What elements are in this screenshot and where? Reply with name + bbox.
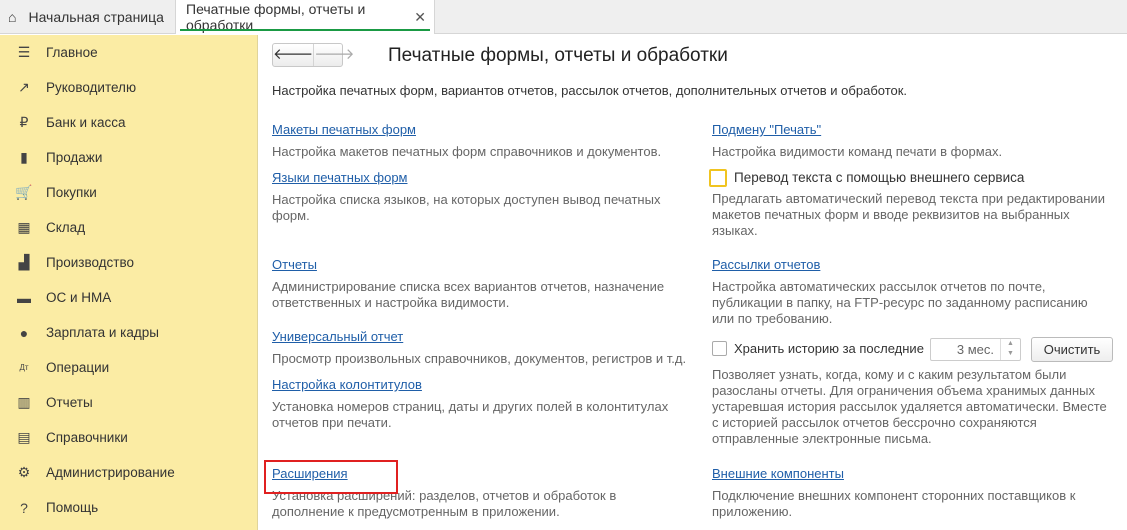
sidebar-item[interactable]: ▤ Справочники <box>0 420 258 455</box>
sidebar-item[interactable]: ▟ Производство <box>0 245 258 280</box>
sidebar-item-label: Банк и касса <box>46 115 126 130</box>
print-substitute-link[interactable]: Подмену "Печать" <box>712 122 821 137</box>
page-intro: Настройка печатных форм, вариантов отчет… <box>272 83 908 98</box>
bar-chart-icon: ▥ <box>17 394 31 410</box>
translate-checkbox[interactable] <box>709 169 727 187</box>
sidebar-item-label: Руководителю <box>46 80 137 95</box>
external-components-desc: Подключение внешних компонент сторонних … <box>712 488 1076 519</box>
ruble-icon: ₽ <box>19 114 29 130</box>
close-icon[interactable]: ✕ <box>414 9 426 26</box>
sidebar-item-label: Производство <box>46 255 135 270</box>
sidebar-item-label: Продажи <box>46 150 103 165</box>
sidebar-item-label: Покупки <box>46 185 97 200</box>
sidebar-item-label: Справочники <box>46 430 128 445</box>
sidebar-item-label: Помощь <box>46 500 99 515</box>
report-mailing-desc: Настройка автоматических рассылок отчето… <box>712 279 1088 326</box>
sidebar-item-label: Администрирование <box>46 465 175 480</box>
books-icon: ▤ <box>17 429 31 445</box>
trend-icon: ↗ <box>18 79 30 95</box>
debit-credit-icon: Дт <box>19 363 29 372</box>
cart-icon: 🛒 <box>15 184 33 200</box>
sidebar-item[interactable]: ₽ Банк и касса <box>0 105 258 140</box>
sidebar-item-label: Зарплата и кадры <box>46 325 159 340</box>
page-title: Печатные формы, отчеты и обработки <box>388 45 728 66</box>
translate-desc: Предлагать автоматический перевод текста… <box>712 191 1105 238</box>
sidebar-item-label: Операции <box>46 360 110 375</box>
store-history-checkbox[interactable] <box>712 341 727 356</box>
back-button[interactable]: 🡐 <box>273 44 313 66</box>
section-desc: Администрирование списка всех вариантов … <box>272 279 665 310</box>
translate-label: Перевод текста с помощью внешнего сервис… <box>734 170 1025 185</box>
sidebar-item-label: Главное <box>46 45 98 60</box>
help-icon: ? <box>20 499 28 516</box>
sidebar-item-label: Отчеты <box>46 395 93 410</box>
sidebar-item[interactable]: ● Зарплата и кадры <box>0 315 258 350</box>
spin-arrows[interactable]: ▲ ▼ <box>1000 339 1020 360</box>
menu-icon: ☰ <box>17 44 31 60</box>
sidebar-item[interactable]: ▦ Склад <box>0 210 258 245</box>
section-link[interactable]: Универсальный отчет <box>272 329 403 344</box>
highlight-box <box>264 460 398 494</box>
clear-button[interactable]: Очистить <box>1031 337 1113 362</box>
sidebar-item[interactable]: ▮ Продажи <box>0 140 258 175</box>
person-icon: ● <box>19 324 29 341</box>
sidebar-item[interactable]: ▥ Отчеты <box>0 385 258 420</box>
warehouse-icon: ▦ <box>17 219 31 235</box>
sidebar-item[interactable]: Дт Операции <box>0 350 258 385</box>
sidebar-item[interactable]: ? Помощь <box>0 490 258 525</box>
sidebar-item[interactable]: ⚙ Администрирование <box>0 455 258 490</box>
print-substitute-desc: Настройка видимости команд печати в форм… <box>712 144 1003 159</box>
store-history-label: Хранить историю за последние <box>734 341 924 356</box>
sidebar-item[interactable]: ☰ Главное <box>0 35 258 70</box>
history-nav: 🡐 🡒 <box>272 43 354 67</box>
section-link[interactable]: Настройка колонтитулов <box>272 377 422 392</box>
sidebar-item-label: ОС и НМА <box>46 290 112 305</box>
home-icon: ⌂ <box>8 9 17 25</box>
history-period-input[interactable]: 3 мес. ▲ ▼ <box>930 338 1021 361</box>
section-desc: Просмотр произвольных справочников, доку… <box>272 351 687 366</box>
section-desc: Настройка списка языков, на которых дост… <box>272 192 661 223</box>
external-components-link[interactable]: Внешние компоненты <box>712 466 844 481</box>
sidebar-item[interactable]: ↗ Руководителю <box>0 70 258 105</box>
forward-button[interactable]: 🡒 <box>313 44 354 66</box>
bag-icon: ▮ <box>20 149 28 165</box>
gear-icon: ⚙ <box>17 464 31 480</box>
history-desc: Позволяет узнать, когда, кому и с каким … <box>712 367 1107 446</box>
truck-icon: ▬ <box>17 289 31 306</box>
sidebar: ☰ Главное ↗ Руководителю ₽ Банк и касса ▮ Прода… <box>0 35 258 530</box>
section-desc: Настройка макетов печатных форм справочн… <box>272 144 662 159</box>
section-link[interactable]: Макеты печатных форм <box>272 122 416 137</box>
tab-print-forms[interactable]: Печатные формы, отчеты и обработки ✕ <box>175 0 435 34</box>
tab-active-label: Печатные формы, отчеты и обработки <box>186 1 366 33</box>
tab-home[interactable]: ⌂ Начальная страница <box>8 0 164 34</box>
report-mailing-link[interactable]: Рассылки отчетов <box>712 257 820 272</box>
sidebar-item-label: Склад <box>46 220 86 235</box>
section-desc: Установка номеров страниц, даты и других… <box>272 399 669 430</box>
tab-home-label: Начальная страница <box>28 9 164 25</box>
section-link[interactable]: Языки печатных форм <box>272 170 408 185</box>
sidebar-item[interactable]: ▬ ОС и НМА <box>0 280 258 315</box>
factory-icon: ▟ <box>18 254 30 270</box>
tab-bar: ⌂ Начальная страница Печатные формы, отче… <box>0 0 1127 34</box>
section-link[interactable]: Отчеты <box>272 257 317 272</box>
sidebar-item[interactable]: 🛒 Покупки <box>0 175 258 210</box>
history-period-value: 3 мес. <box>956 342 994 357</box>
